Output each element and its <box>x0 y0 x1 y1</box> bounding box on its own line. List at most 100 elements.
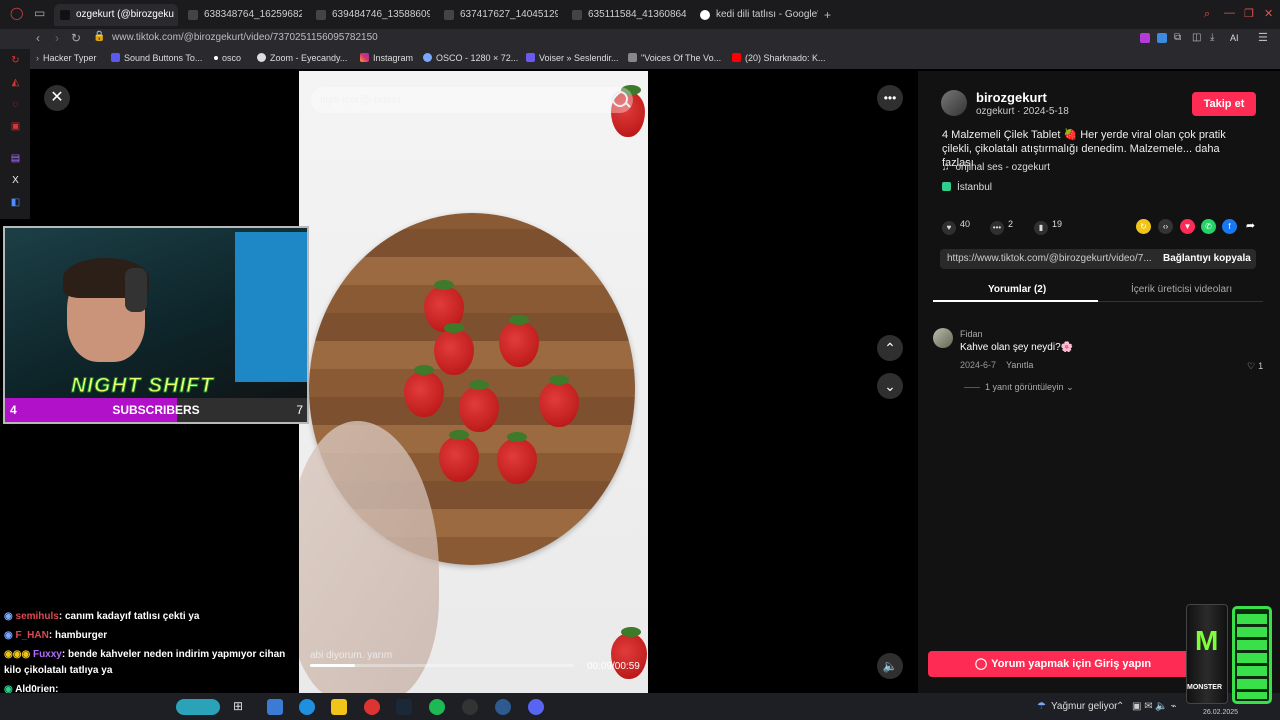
url-field[interactable]: www.tiktok.com/@birozgekurt/video/737025… <box>112 32 378 43</box>
opera-logo-icon[interactable]: ◯ <box>10 6 23 20</box>
reply-line <box>964 387 980 388</box>
bookmark-item[interactable]: "Voices Of The Vo... <box>628 53 721 63</box>
bookmark-item[interactable]: (20) Sharknado: K... <box>732 53 826 63</box>
comment-stat[interactable]: ••• 2 <box>990 219 1013 235</box>
steam-icon[interactable] <box>396 699 412 715</box>
comment-like[interactable]: ♡ 1 <box>1247 361 1263 372</box>
send-icon[interactable]: ▼ <box>1180 219 1195 234</box>
puzzle-icon[interactable]: ⧉ <box>1174 32 1181 43</box>
tab-comments[interactable]: Yorumlar (2) <box>988 284 1046 295</box>
previous-video-button[interactable]: ⌃ <box>877 335 903 361</box>
camera-icon[interactable]: ◫ <box>1192 32 1201 43</box>
back-icon[interactable]: ‹ <box>36 31 40 45</box>
facebook-share-icon[interactable]: f <box>1222 219 1237 234</box>
share-url[interactable]: https://www.tiktok.com/@birozgekurt/vide… <box>947 253 1152 264</box>
spotify-icon[interactable] <box>429 699 445 715</box>
can-label: MONSTER <box>1187 684 1222 691</box>
app-icon[interactable] <box>495 699 511 715</box>
umbrella-icon: ☂ <box>1037 701 1046 712</box>
creator-username[interactable]: birozgekurt <box>976 90 1047 105</box>
more-options-button[interactable]: ••• <box>877 85 903 111</box>
share-arrow-icon[interactable]: ➦ <box>1243 219 1258 234</box>
tab-5[interactable]: 635111584_4136086456 <box>566 4 686 26</box>
volume-button[interactable]: 🔈 <box>877 653 903 679</box>
whatsapp-icon[interactable]: ▣ <box>10 121 21 132</box>
close-video-button[interactable]: ✕ <box>44 85 70 111</box>
forward-icon[interactable]: › <box>55 31 59 45</box>
tab-tiktok[interactable]: ozgekurt (@birozgeku <box>54 4 178 26</box>
comment-author[interactable]: Fidan <box>960 329 983 339</box>
reload-icon[interactable]: ↻ <box>71 31 81 45</box>
extension-icon[interactable] <box>1140 33 1150 43</box>
tab-label: 637417627_1404512954 <box>460 9 558 20</box>
folder-icon[interactable] <box>331 699 347 715</box>
tab-2[interactable]: 638348764_1625968298 <box>182 4 302 26</box>
chat-message: ◉ F_HAN: hamburger <box>4 630 107 641</box>
twitch-icon[interactable]: ▤ <box>10 153 21 164</box>
bookmark-item[interactable]: OSCO - 1280 × 72... <box>423 53 518 63</box>
search-icon[interactable] <box>612 91 628 107</box>
bookmark-icon: ▮ <box>1034 221 1048 235</box>
taskbar-clock[interactable]: 26.02.2025 <box>1203 709 1238 716</box>
extension-icon[interactable] <box>1157 33 1167 43</box>
music-label: orijinal ses - ozgekurt <box>955 162 1050 173</box>
aria-icon[interactable]: ◭ <box>10 77 21 88</box>
download-icon[interactable]: ⤓ <box>1210 32 1214 43</box>
post-location[interactable]: İstanbul <box>942 182 992 193</box>
next-video-button[interactable]: ⌄ <box>877 373 903 399</box>
video-progress-bar[interactable] <box>310 664 574 667</box>
save-stat[interactable]: ▮ 19 <box>1034 219 1062 235</box>
bookmark-item[interactable]: Sound Buttons To... <box>111 53 202 63</box>
bookmark-item[interactable]: osco <box>214 53 241 63</box>
reply-button[interactable]: Yanıtla <box>1006 360 1033 370</box>
edge-icon[interactable] <box>299 699 315 715</box>
obs-icon[interactable] <box>462 699 478 715</box>
embed-icon[interactable]: ‹› <box>1158 219 1173 234</box>
x-icon[interactable]: X <box>10 175 21 186</box>
chat-message: kilo çikolatalı tatlıya ya <box>4 665 112 676</box>
search-tabs-icon[interactable]: ⌕ <box>1204 8 1210 21</box>
post-music[interactable]: ♫ orijinal ses - ozgekurt <box>942 162 1050 173</box>
minimize-icon[interactable]: — <box>1224 7 1235 19</box>
repost-icon[interactable]: ↻ <box>1136 219 1151 234</box>
close-window-icon[interactable]: ✕ <box>1264 7 1273 20</box>
tray-icons[interactable]: ▣ ✉ 🔈 ⌁ <box>1132 701 1177 712</box>
discord-icon[interactable] <box>528 699 544 715</box>
bookmark-item[interactable]: › Hacker Typer <box>36 53 96 63</box>
tab-google[interactable]: kedi dili tatlısı - Google'da <box>694 4 818 26</box>
tab-menu-icon[interactable]: ▭ <box>34 6 45 20</box>
bookmark-label: (20) Sharknado: K... <box>745 53 826 63</box>
follow-button[interactable]: Takip et <box>1192 92 1256 116</box>
chat-text: : hamburger <box>48 630 108 641</box>
related-search-input[interactable]: İlgili içeriği bulun <box>320 94 401 106</box>
whatsapp-share-icon[interactable]: ✆ <box>1201 219 1216 234</box>
tab-4[interactable]: 637417627_1404512954 <box>438 4 558 26</box>
app-icon[interactable]: ◧ <box>10 197 21 208</box>
login-to-comment-button[interactable]: ◯ Yorum yapmak için Giriş yapın <box>928 651 1198 677</box>
bookmark-item[interactable]: Zoom - Eyecandy... <box>257 53 347 63</box>
menu-icon[interactable]: ☰ <box>1258 31 1268 44</box>
speed-dial-icon[interactable]: ↻ <box>10 55 21 66</box>
creator-avatar[interactable] <box>941 90 967 116</box>
weather-widget[interactable]: ☂ Yağmur geliyor <box>1037 701 1117 712</box>
new-tab-button[interactable]: + <box>824 8 831 22</box>
explorer-icon[interactable] <box>267 699 283 715</box>
sound-icon <box>111 53 120 62</box>
tab-3[interactable]: 639484746_1358860906 <box>310 4 430 26</box>
comment-avatar[interactable] <box>933 328 953 348</box>
opera-icon[interactable] <box>364 699 380 715</box>
bookmark-label: Hacker Typer <box>43 53 97 63</box>
view-replies-button[interactable]: 1 yanıt görüntüleyin ⌄ <box>985 382 1074 393</box>
tab-creator-videos[interactable]: İçerik üreticisi videoları <box>1131 284 1232 295</box>
bookmark-item[interactable]: Voiser » Seslendir... <box>526 53 619 63</box>
app-icon[interactable] <box>176 699 220 715</box>
tray-chevron-icon[interactable]: ⌃ <box>1116 701 1124 712</box>
messenger-icon[interactable]: ◌ <box>10 99 21 110</box>
copy-link-button[interactable]: Bağlantıyı kopyala <box>1163 253 1251 264</box>
task-view-icon[interactable]: ⊞ <box>233 699 249 715</box>
maximize-icon[interactable]: ❐ <box>1244 7 1254 20</box>
like-stat[interactable]: ♥ 40 <box>942 219 970 235</box>
bookmark-item[interactable]: Instagram <box>360 53 413 63</box>
ai-button[interactable]: AI <box>1230 33 1239 43</box>
video-player[interactable] <box>299 71 648 693</box>
